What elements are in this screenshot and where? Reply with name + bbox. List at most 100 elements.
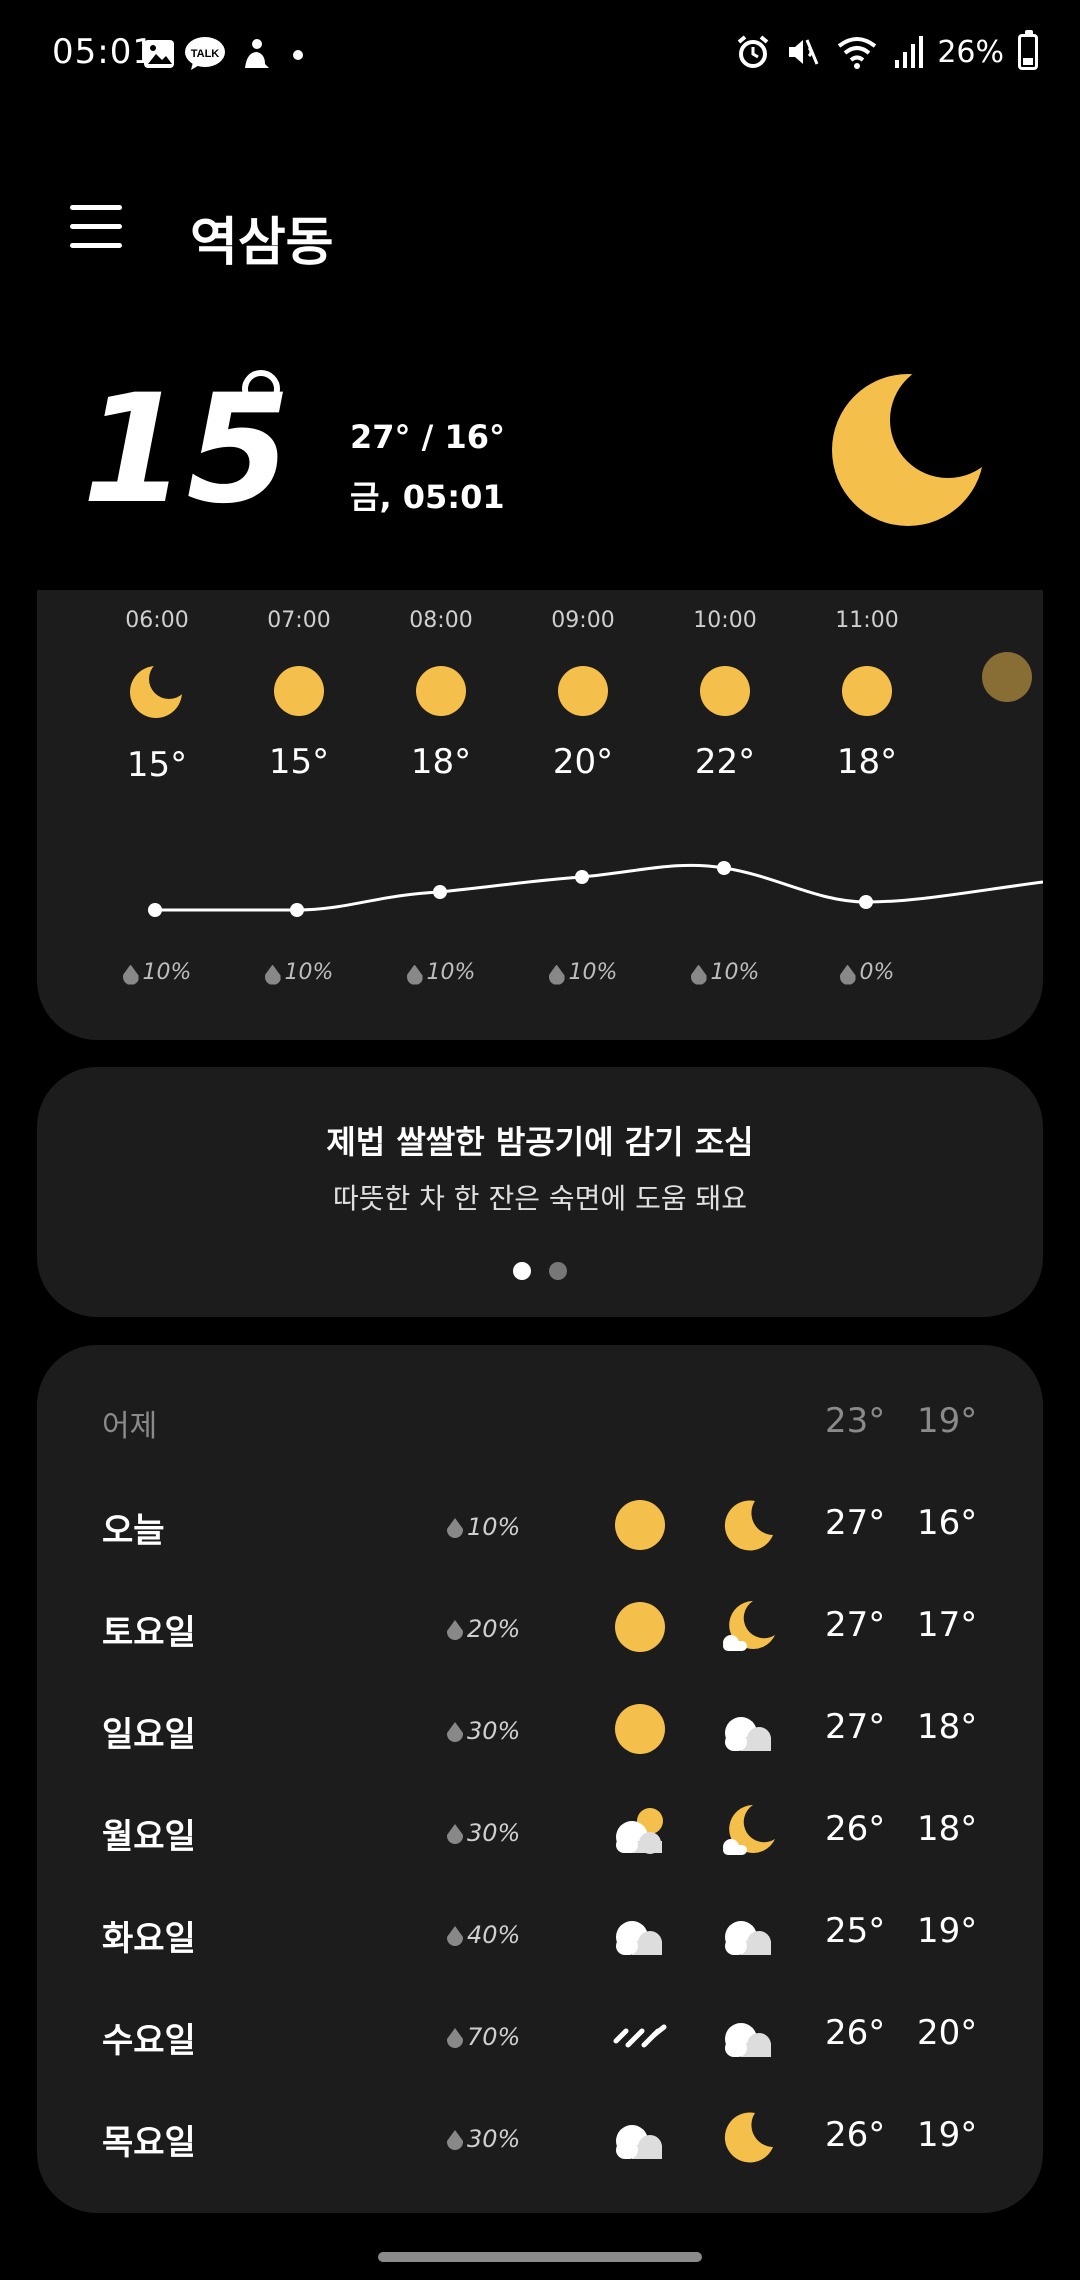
day-name: 목요일 — [102, 2123, 196, 2163]
day-high: 26° — [825, 2013, 886, 2053]
moon-icon — [832, 374, 984, 526]
precip-value: 10% — [284, 960, 334, 985]
hour-column: 10:00 22° — [660, 608, 790, 782]
hour-column: 08:00 18° — [376, 608, 506, 782]
day-low: 20° — [917, 2013, 978, 2053]
hour-precip: 10% — [92, 960, 222, 985]
day-low: 17° — [917, 1605, 978, 1645]
day-precip: 30% — [447, 1717, 520, 1745]
day-name: 토요일 — [102, 1613, 196, 1653]
day-low: 18° — [917, 1707, 978, 1747]
day-low: 19° — [917, 1911, 978, 1951]
raindrop-icon — [264, 964, 281, 985]
day-row[interactable]: 월요일 30% 26° 18° — [37, 1801, 1043, 1861]
gallery-icon — [144, 40, 174, 68]
battery-icon — [1018, 30, 1038, 70]
cloud-icon — [610, 1903, 670, 1963]
hour-precip: 10% — [376, 960, 506, 985]
temperature-graph — [148, 861, 1043, 917]
hour-column: 11:00 18° — [802, 608, 932, 782]
hour-column: 07:00 15° — [234, 608, 364, 782]
day-row[interactable]: 토요일 20% 27° 17° — [37, 1597, 1043, 1657]
cloud-icon — [719, 1903, 779, 1963]
yesterday-high: 23° — [825, 1401, 886, 1441]
precip-value: 10% — [467, 1513, 521, 1541]
precip-value: 10% — [426, 960, 476, 985]
home-gesture-bar[interactable] — [378, 2252, 702, 2262]
day-row[interactable]: 목요일 30% 26° 19° — [37, 2107, 1043, 2167]
moon-cloud-icon — [719, 1597, 779, 1657]
day-precip: 30% — [447, 2125, 520, 2153]
rain-icon — [610, 2005, 670, 2065]
raindrop-icon — [839, 964, 856, 985]
day-row[interactable]: 화요일 40% 25° 19° — [37, 1903, 1043, 1963]
tip-subtitle: 따뜻한 차 한 잔은 숙면에 도움 돼요 — [332, 1182, 748, 1215]
moon-icon — [719, 2107, 779, 2167]
raindrop-icon — [447, 1824, 463, 1844]
page-dot[interactable] — [549, 1262, 567, 1280]
sun-icon — [610, 1699, 670, 1759]
yesterday-low: 19° — [917, 1401, 978, 1441]
precip-value: 30% — [467, 1717, 521, 1745]
hour-precip: 10% — [234, 960, 364, 985]
moon-cloud-icon — [719, 1801, 779, 1861]
sun-icon — [610, 1495, 670, 1555]
weather-tip-card[interactable]: 제법 쌀쌀한 밤공기에 감기 조심 따뜻한 차 한 잔은 숙면에 도움 돼요 — [37, 1067, 1043, 1317]
hour-temp: 22° — [694, 742, 756, 782]
degree-symbol — [242, 370, 280, 408]
kakaotalk-icon: TALK — [185, 37, 225, 70]
hour-precip: 0% — [802, 960, 932, 985]
hour-precip: 10% — [518, 960, 648, 985]
precip-value: 10% — [710, 960, 760, 985]
day-high: 26° — [825, 1809, 886, 1849]
hour-precip: 10% — [660, 960, 790, 985]
hourly-forecast-card[interactable]: 06:00 15° 07:00 15° 08:00 18° 09:00 20° … — [37, 590, 1043, 1040]
day-row[interactable]: 일요일 30% 27° 18° — [37, 1699, 1043, 1759]
alarm-icon — [738, 35, 769, 68]
sun-icon — [700, 666, 750, 716]
raindrop-icon — [548, 964, 565, 985]
day-low: 19° — [917, 2115, 978, 2155]
hour-time: 08:00 — [409, 608, 473, 633]
day-name: 수요일 — [102, 2021, 196, 2061]
hour-time: 06:00 — [125, 608, 189, 633]
day-row[interactable]: 오늘 10% 27° 16° — [37, 1495, 1043, 1555]
day-precip: 70% — [447, 2023, 520, 2051]
yesterday-label: 어제 — [102, 1409, 158, 1444]
day-row[interactable]: 수요일 70% 26° 20° — [37, 2005, 1043, 2065]
day-low: 16° — [917, 1503, 978, 1543]
day-name: 월요일 — [102, 1817, 196, 1857]
precip-value: 30% — [467, 2125, 521, 2153]
next-hour-partial — [982, 652, 1042, 712]
raindrop-icon — [122, 964, 139, 985]
current-datetime: 금, 05:01 — [350, 478, 505, 516]
day-name: 오늘 — [102, 1511, 165, 1551]
yesterday-row: 어제 23° 19° — [37, 1393, 1043, 1453]
cloud-icon — [610, 2107, 670, 2167]
menu-button[interactable] — [70, 205, 122, 253]
raindrop-icon — [447, 1518, 463, 1538]
raindrop-icon — [690, 964, 707, 985]
location-title[interactable]: 역삼동 — [190, 200, 334, 275]
moon-icon — [719, 1495, 779, 1555]
day-precip: 40% — [447, 1921, 520, 1949]
sun-icon — [558, 666, 608, 716]
precip-value: 30% — [467, 1819, 521, 1847]
moon-icon — [130, 666, 182, 718]
precip-value: 20% — [467, 1615, 521, 1643]
sun-icon — [842, 666, 892, 716]
precip-value: 40% — [467, 1921, 521, 1949]
hour-column: 09:00 20° — [518, 608, 648, 782]
day-precip: 20% — [447, 1615, 520, 1643]
precip-value: 70% — [467, 2023, 521, 2051]
day-low: 18° — [917, 1809, 978, 1849]
page-dot-active[interactable] — [513, 1262, 531, 1280]
status-right: 26% — [735, 30, 1038, 74]
more-notifications-dot — [293, 50, 303, 60]
raindrop-icon — [447, 2028, 463, 2048]
day-name: 일요일 — [102, 1715, 196, 1755]
day-high: 27° — [825, 1503, 886, 1543]
raindrop-icon — [447, 1620, 463, 1640]
sun-icon — [274, 666, 324, 716]
cloud-icon — [719, 2005, 779, 2065]
